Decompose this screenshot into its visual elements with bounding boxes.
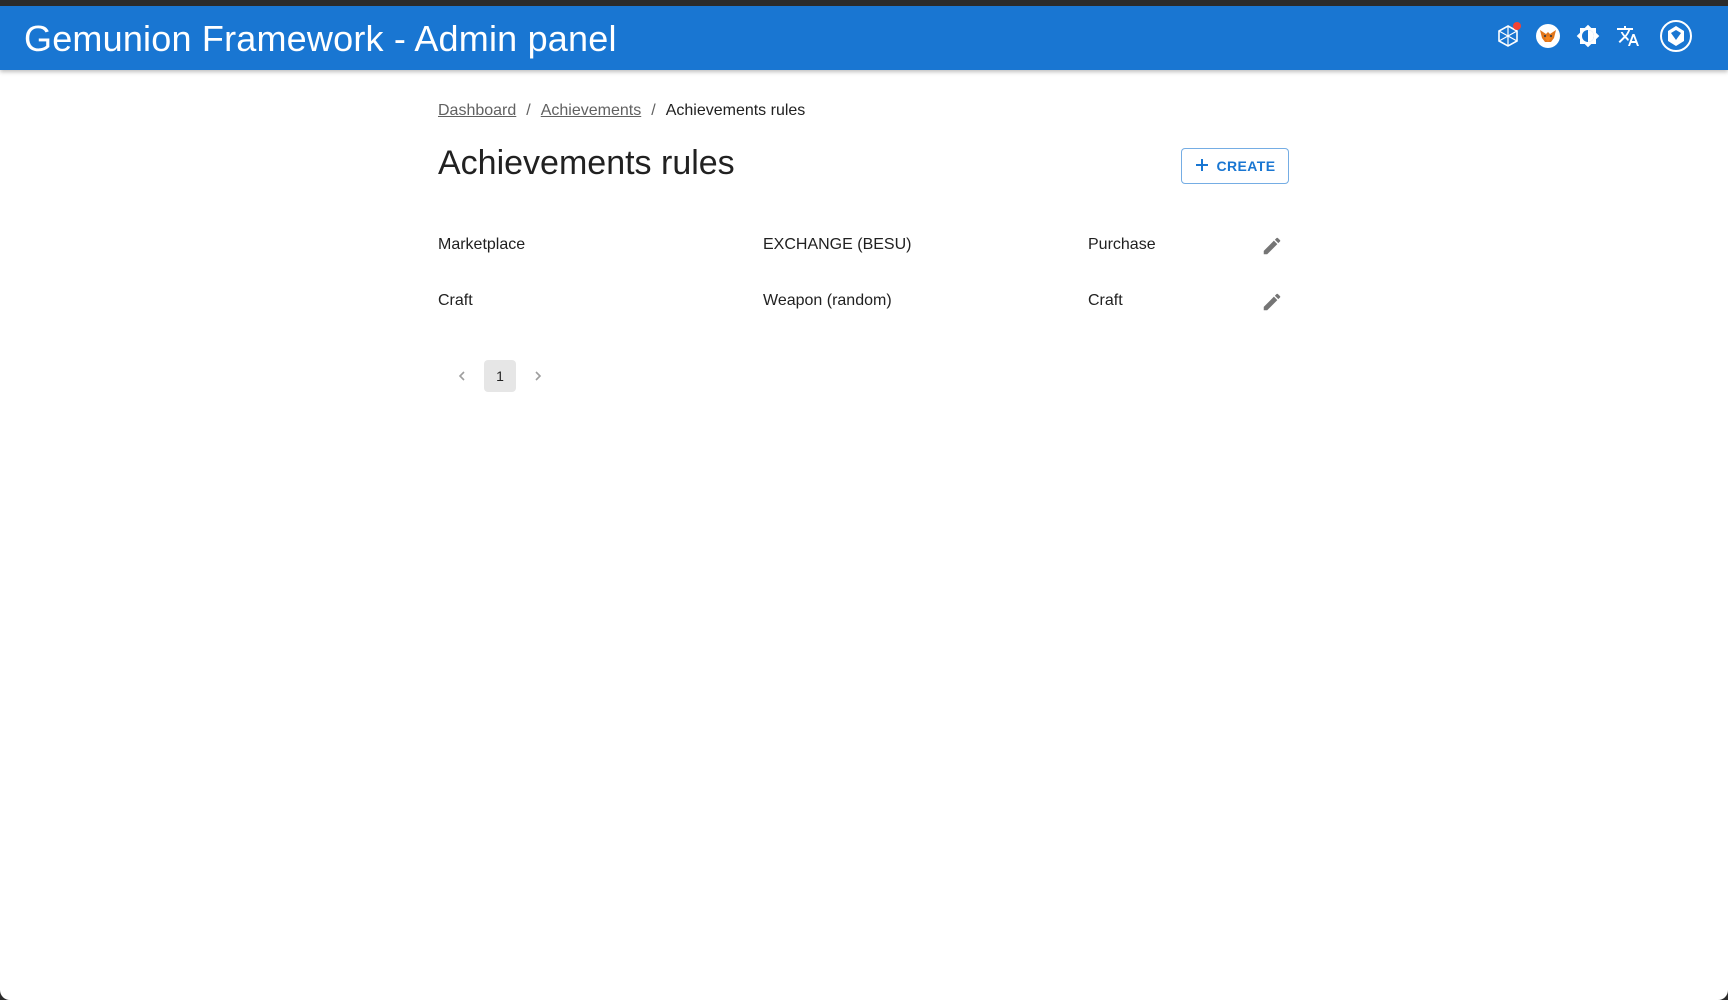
network-button[interactable] [1492,22,1524,54]
rule-name: Marketplace [438,236,526,253]
edit-pencil-icon [1263,293,1281,311]
previous-page-button[interactable] [446,360,478,392]
rule-name: Craft [438,292,473,309]
app-title: Gemunion Framework - Admin panel [24,18,617,59]
app-bar: Gemunion Framework - Admin panel [0,6,1728,70]
create-button[interactable]: CREATE [1181,148,1289,184]
brightness-icon [1576,24,1600,53]
metamask-button[interactable] [1532,22,1564,54]
plus-icon [1195,158,1209,175]
list-item: Craft Weapon (random) Craft [438,274,1290,330]
rules-list: Marketplace EXCHANGE (BESU) Purchase Cra… [438,218,1290,330]
edit-button[interactable] [1258,288,1286,316]
wallet-hexagon-icon [1659,19,1693,58]
wallet-button[interactable] [1658,19,1694,58]
rule-contract: Weapon (random) [763,292,892,309]
edit-button[interactable] [1258,232,1286,260]
page-number-button[interactable]: 1 [484,360,516,392]
language-button[interactable] [1612,22,1644,54]
create-button-label: CREATE [1216,158,1276,174]
page-title: Achievements rules [438,144,735,182]
rule-action: Craft [1088,292,1123,309]
list-item: Marketplace EXCHANGE (BESU) Purchase [438,218,1290,274]
chevron-left-icon [458,371,465,381]
translate-icon [1616,24,1640,53]
next-page-button[interactable] [522,360,554,392]
notification-badge [1513,22,1521,30]
edit-pencil-icon [1263,237,1281,255]
pagination: 1 [446,360,554,392]
breadcrumb-link-dashboard[interactable]: Dashboard [438,102,516,119]
breadcrumb: Dashboard / Achievements / Achievements rule… [438,102,805,120]
breadcrumb-link-achievements[interactable]: Achievements [541,102,642,119]
rule-action: Purchase [1088,236,1156,253]
breadcrumb-current: Achievements rules [665,102,806,119]
theme-toggle-button[interactable] [1572,22,1604,54]
chevron-right-icon [535,371,542,381]
metamask-fox-icon [1535,23,1561,54]
browser-viewport: Gemunion Framework - Admin panel Dashboa… [0,6,1728,1000]
breadcrumb-separator: / [526,102,531,119]
rule-contract: EXCHANGE (BESU) [763,236,912,253]
breadcrumb-separator: / [651,102,656,119]
